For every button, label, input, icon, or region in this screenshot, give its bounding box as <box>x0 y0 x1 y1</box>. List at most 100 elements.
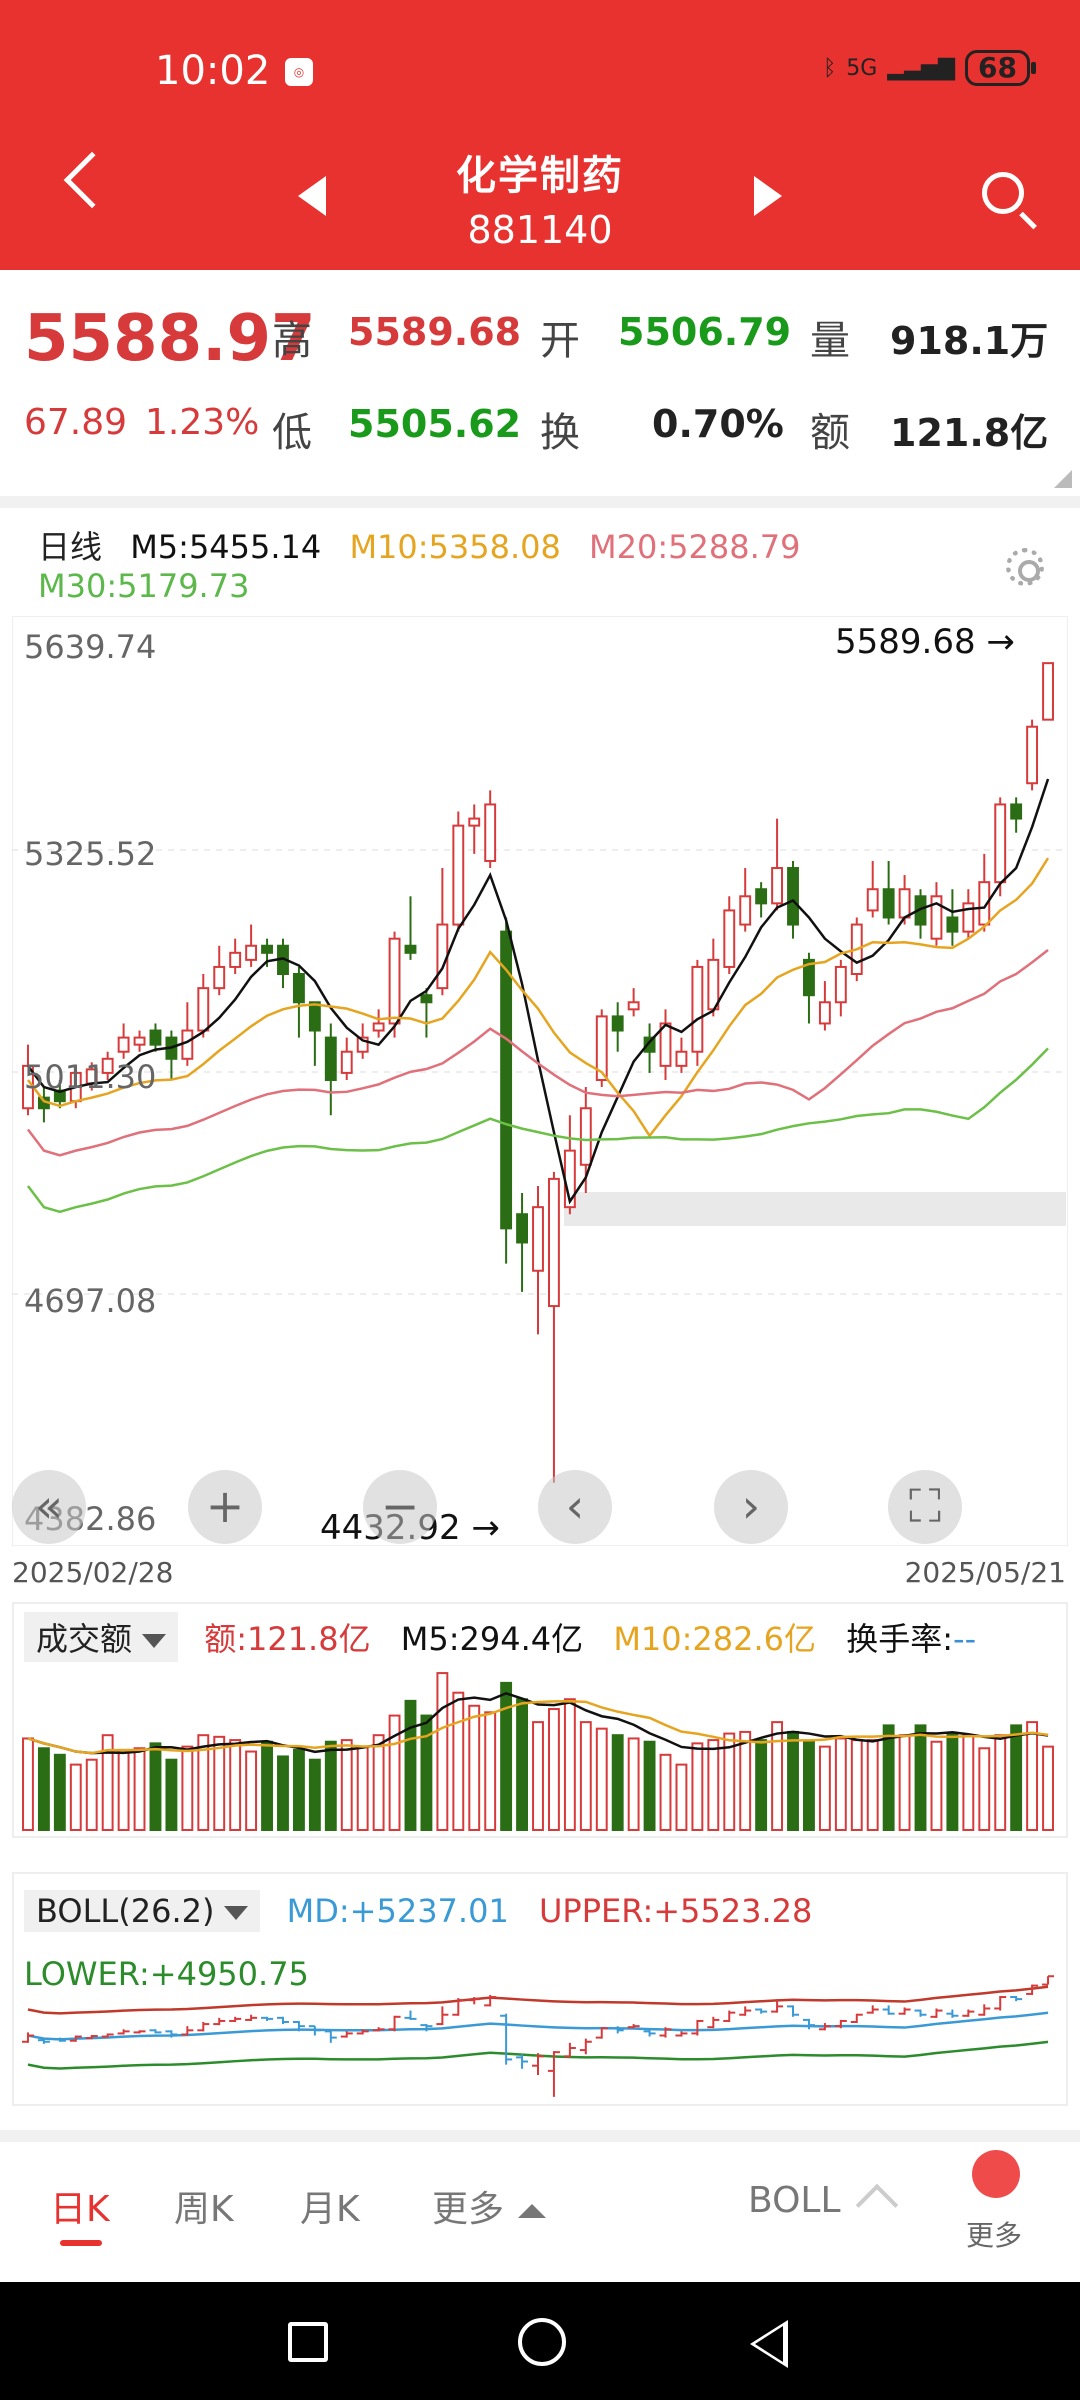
candle-body <box>866 888 879 912</box>
price-axis-label: 5325.52 <box>24 835 157 873</box>
volume-bar <box>962 1734 975 1831</box>
status-icons: ᛒ 5G ▂▃▅▇ 68 <box>823 50 1036 86</box>
turnover-rate-value: -- <box>953 1620 977 1658</box>
status-time: 10:02 <box>155 48 271 94</box>
volume-bar <box>866 1739 879 1831</box>
search-icon[interactable] <box>982 172 1024 214</box>
high-label: 高 <box>272 318 312 364</box>
volume-bar <box>547 1708 560 1831</box>
candle-body <box>1010 803 1023 820</box>
price-change: 67.89 <box>24 402 128 443</box>
expand-corner-icon[interactable] <box>1054 470 1072 488</box>
candle-body <box>707 958 720 1011</box>
end-date: 2025/05/21 <box>904 1556 1066 1589</box>
stock-code: 881140 <box>467 208 613 252</box>
boll-upper: UPPER:+5523.28 <box>538 1892 813 1930</box>
tab-more[interactable]: 更多 <box>432 2180 547 2232</box>
high-value: 5589.68 <box>348 310 522 354</box>
volume-bar <box>1026 1721 1039 1831</box>
app-notification-icon: ◎ <box>285 58 313 86</box>
volume-bar <box>532 1721 544 1831</box>
volume-bar <box>675 1763 688 1831</box>
kline-chart[interactable] <box>12 616 1068 1546</box>
more-menu-icon[interactable] <box>972 2150 1020 2198</box>
candle-body <box>834 965 847 1004</box>
candle-body <box>627 1001 640 1011</box>
volume-bar <box>149 1742 162 1831</box>
volume-indicator-select[interactable]: 成交额 <box>24 1612 179 1662</box>
candle-body <box>436 923 449 990</box>
volume-bar <box>484 1711 497 1831</box>
open-label: 开 <box>540 318 580 364</box>
candle-body <box>404 944 417 954</box>
fullscreen-button[interactable]: ⛶ <box>888 1470 962 1544</box>
candle-body <box>308 1001 321 1032</box>
volume-bar <box>834 1737 847 1831</box>
tab-indicator-boll[interactable]: BOLL <box>748 2180 841 2221</box>
separator <box>0 496 1080 508</box>
volume-bar <box>468 1704 481 1831</box>
volume-bar <box>691 1742 704 1831</box>
price-change-pct: 1.23% <box>145 402 260 443</box>
volume-bar <box>69 1763 82 1831</box>
zoom-out-button[interactable]: − <box>363 1470 437 1544</box>
candle-body <box>771 867 784 905</box>
boll-header: BOLL(26.2) MD:+5237.01 UPPER:+5523.28 <box>24 1890 812 1932</box>
more-menu-label[interactable]: 更多 <box>966 2214 1022 2254</box>
price-axis-label: 5011.30 <box>24 1058 157 1096</box>
scroll-right-button[interactable]: › <box>714 1470 788 1544</box>
recent-apps-icon[interactable] <box>288 2322 328 2362</box>
volume-chart[interactable] <box>12 1660 1068 1840</box>
signal-bars-icon: ▂▃▅▇ <box>887 55 956 81</box>
active-tab-indicator <box>60 2240 102 2246</box>
low-value: 5505.62 <box>348 402 522 446</box>
volume-bar <box>659 1753 672 1831</box>
candle-body <box>818 1001 831 1025</box>
volume-bar <box>229 1739 242 1831</box>
candle-body <box>133 1036 146 1046</box>
volume-bar <box>308 1758 321 1831</box>
candle-body <box>261 944 273 954</box>
volume-bar <box>516 1698 529 1831</box>
candle-body <box>994 803 1007 884</box>
home-icon[interactable] <box>518 2318 566 2366</box>
volume-m10: M10:282.6亿 <box>613 1620 817 1658</box>
candle-body <box>882 888 895 919</box>
volume-bar <box>803 1740 815 1831</box>
candle-body <box>388 937 401 1025</box>
candle-body <box>755 888 768 905</box>
ma30-value: M30:5179.73 <box>38 567 250 605</box>
volume-bar <box>611 1734 624 1831</box>
tab-week-k[interactable]: 周K <box>174 2180 234 2232</box>
volume-bar <box>213 1735 226 1831</box>
back-nav-icon[interactable] <box>750 2320 788 2368</box>
period-label: 日线 <box>38 528 103 566</box>
start-date: 2025/02/28 <box>12 1556 174 1589</box>
tab-day-k[interactable]: 日K <box>50 2180 110 2232</box>
volume-bar <box>643 1740 656 1831</box>
volume-bar <box>739 1730 752 1831</box>
gear-icon[interactable] <box>1006 548 1044 586</box>
zoom-in-button[interactable]: + <box>188 1470 262 1544</box>
volume-label: 量 <box>810 318 850 364</box>
candle-body <box>197 987 210 1032</box>
boll-indicator-select[interactable]: BOLL(26.2) <box>24 1890 261 1932</box>
next-stock-icon[interactable] <box>754 176 782 216</box>
volume-bar <box>707 1739 720 1831</box>
candle-body <box>611 1015 624 1032</box>
candle-body <box>245 944 258 961</box>
volume-bar <box>53 1753 66 1831</box>
volume-bar <box>755 1739 768 1831</box>
scroll-left-fast-button[interactable]: « <box>12 1470 86 1544</box>
volume-bar <box>563 1698 576 1831</box>
amount-label: 额 <box>810 410 850 456</box>
candle-body <box>675 1050 688 1067</box>
candle-body <box>723 909 736 968</box>
amount-value: 121.8亿 <box>890 411 1049 455</box>
candle-body <box>579 1107 592 1166</box>
volume-bar <box>579 1721 592 1831</box>
open-value: 5506.79 <box>618 310 792 354</box>
volume-bar <box>165 1758 178 1831</box>
scroll-left-button[interactable]: ‹ <box>538 1470 612 1544</box>
tab-month-k[interactable]: 月K <box>300 2180 360 2232</box>
